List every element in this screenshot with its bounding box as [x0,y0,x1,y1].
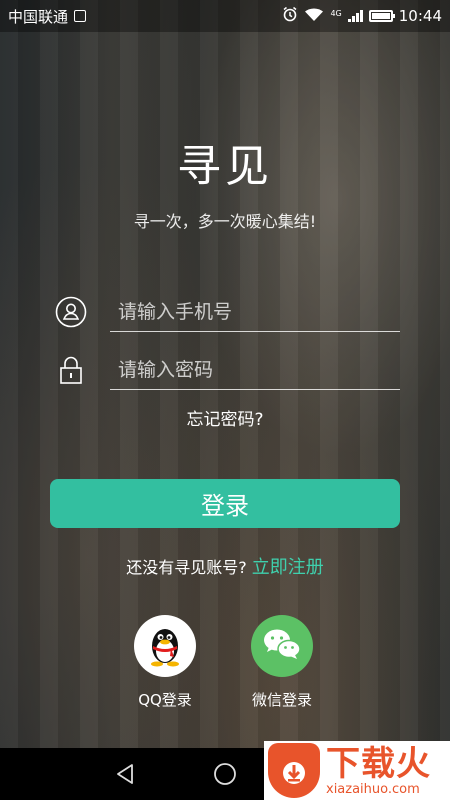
network-type: 4G [330,9,342,18]
watermark-brand: 下载火 [326,743,431,784]
forgot-password-link[interactable]: 忘记密码? [0,405,450,430]
qq-penguin-icon [143,621,187,671]
phone-input-underline [110,292,400,332]
signal-icon [347,10,363,22]
lock-icon [55,354,87,386]
qq-login-circle[interactable] [134,615,196,677]
carrier-name: 中国联通 [8,7,69,26]
password-input-underline [110,350,400,390]
phone-field-row [55,292,400,332]
status-bar: 中国联通 4G 10:44 [0,0,450,32]
alarm-icon [282,6,298,26]
flame-logo-icon [268,743,320,798]
wechat-login-button[interactable]: 微信登录 [242,615,322,710]
watermark-url: xiazaihuo.com [326,781,420,797]
qq-login-button[interactable]: QQ登录 [125,615,205,710]
login-button[interactable]: 登录 [50,479,400,528]
app-title: 寻见 [177,141,273,192]
phone-input[interactable] [110,292,400,331]
wechat-login-label: 微信登录 [251,691,312,709]
wechat-icon [262,627,302,665]
user-icon [55,296,87,328]
wechat-login-circle[interactable] [251,615,313,677]
image-notification-icon [74,10,87,22]
status-left: 中国联通 [8,6,87,27]
watermark-text: 下载火 xiazaihuo.com [326,745,431,797]
status-right: 4G 10:44 [282,6,442,26]
register-link[interactable]: 立即注册 [252,557,324,578]
password-input[interactable] [110,350,400,389]
app-slogan: 寻一次，多一次暖心集结! [133,212,317,231]
background-overlay [0,0,450,800]
back-icon[interactable] [113,762,137,786]
password-field-row [55,350,400,390]
wifi-icon [304,7,324,26]
register-prompt: 还没有寻见账号? 立即注册 [0,553,450,579]
download-site-watermark: 下载火 xiazaihuo.com [264,741,450,800]
battery-icon [368,10,395,22]
register-prompt-text: 还没有寻见账号? [126,558,247,577]
clock: 10:44 [398,7,442,25]
qq-login-label: QQ登录 [138,691,192,709]
home-icon[interactable] [213,762,237,786]
